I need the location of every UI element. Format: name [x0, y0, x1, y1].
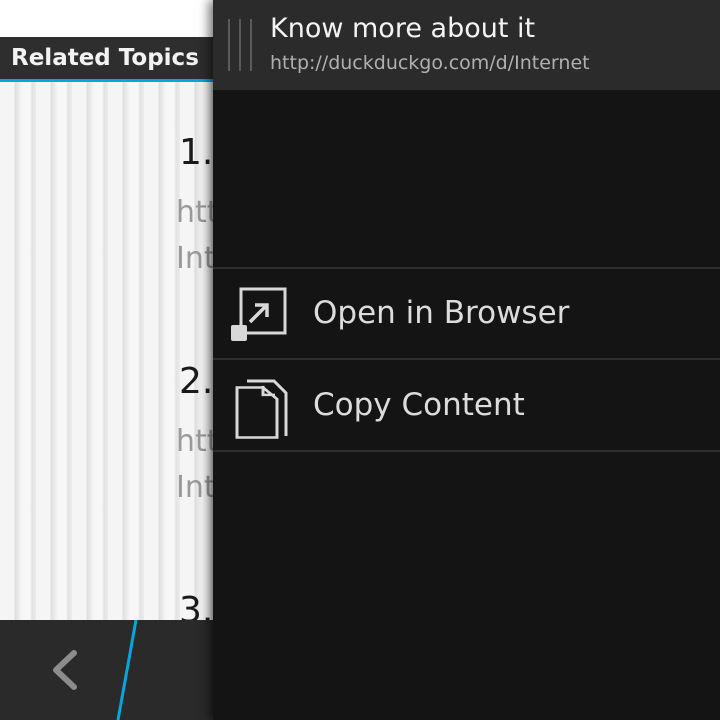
menu-divider [213, 450, 720, 452]
related-topics-title: Related Topics [11, 45, 199, 71]
menu-divider [213, 358, 720, 360]
context-menu-title: Know more about it [270, 13, 536, 44]
open-in-browser-button[interactable]: Open in Browser [213, 270, 720, 360]
context-menu-url: http://duckduckgo.com/d/Internet [270, 52, 590, 74]
action-bar-accent-line [116, 620, 138, 720]
copy-content-button[interactable]: Copy Content [213, 362, 720, 452]
copy-content-icon [235, 379, 288, 439]
open-in-browser-icon [231, 287, 287, 341]
context-menu-header: Know more about it http://duckduckgo.com… [213, 0, 720, 90]
context-menu: Know more about it http://duckduckgo.com… [213, 0, 720, 720]
back-chevron-icon[interactable] [46, 648, 86, 692]
open-in-browser-label: Open in Browser [313, 295, 570, 331]
menu-divider [213, 267, 720, 269]
copy-content-label: Copy Content [313, 387, 525, 423]
grip-handle-icon[interactable] [228, 19, 252, 71]
